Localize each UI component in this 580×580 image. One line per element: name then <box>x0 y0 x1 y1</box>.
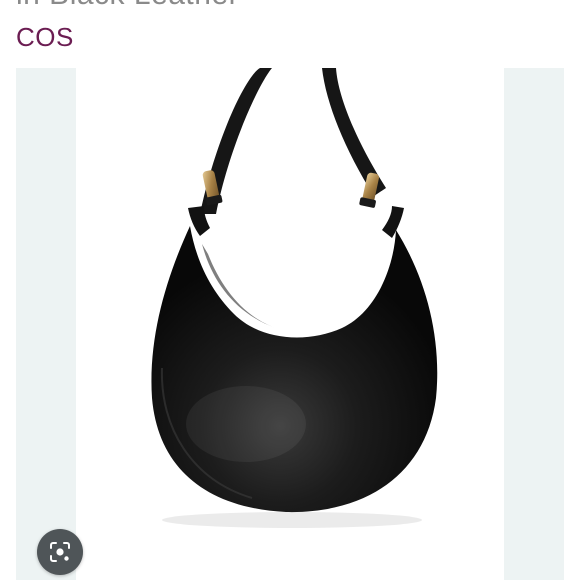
image-side-panel-left <box>16 68 76 580</box>
lens-icon <box>50 542 70 562</box>
product-screen: in Black Leather COS <box>0 0 580 580</box>
product-image-area <box>16 68 564 580</box>
bag-body <box>151 226 438 513</box>
product-title: in Black Leather <box>16 0 239 12</box>
visual-search-button[interactable] <box>37 529 83 575</box>
bag-illustration <box>151 68 438 528</box>
image-side-panel-right <box>504 68 564 580</box>
brand-link[interactable]: COS <box>16 22 74 53</box>
product-image[interactable] <box>76 68 504 580</box>
